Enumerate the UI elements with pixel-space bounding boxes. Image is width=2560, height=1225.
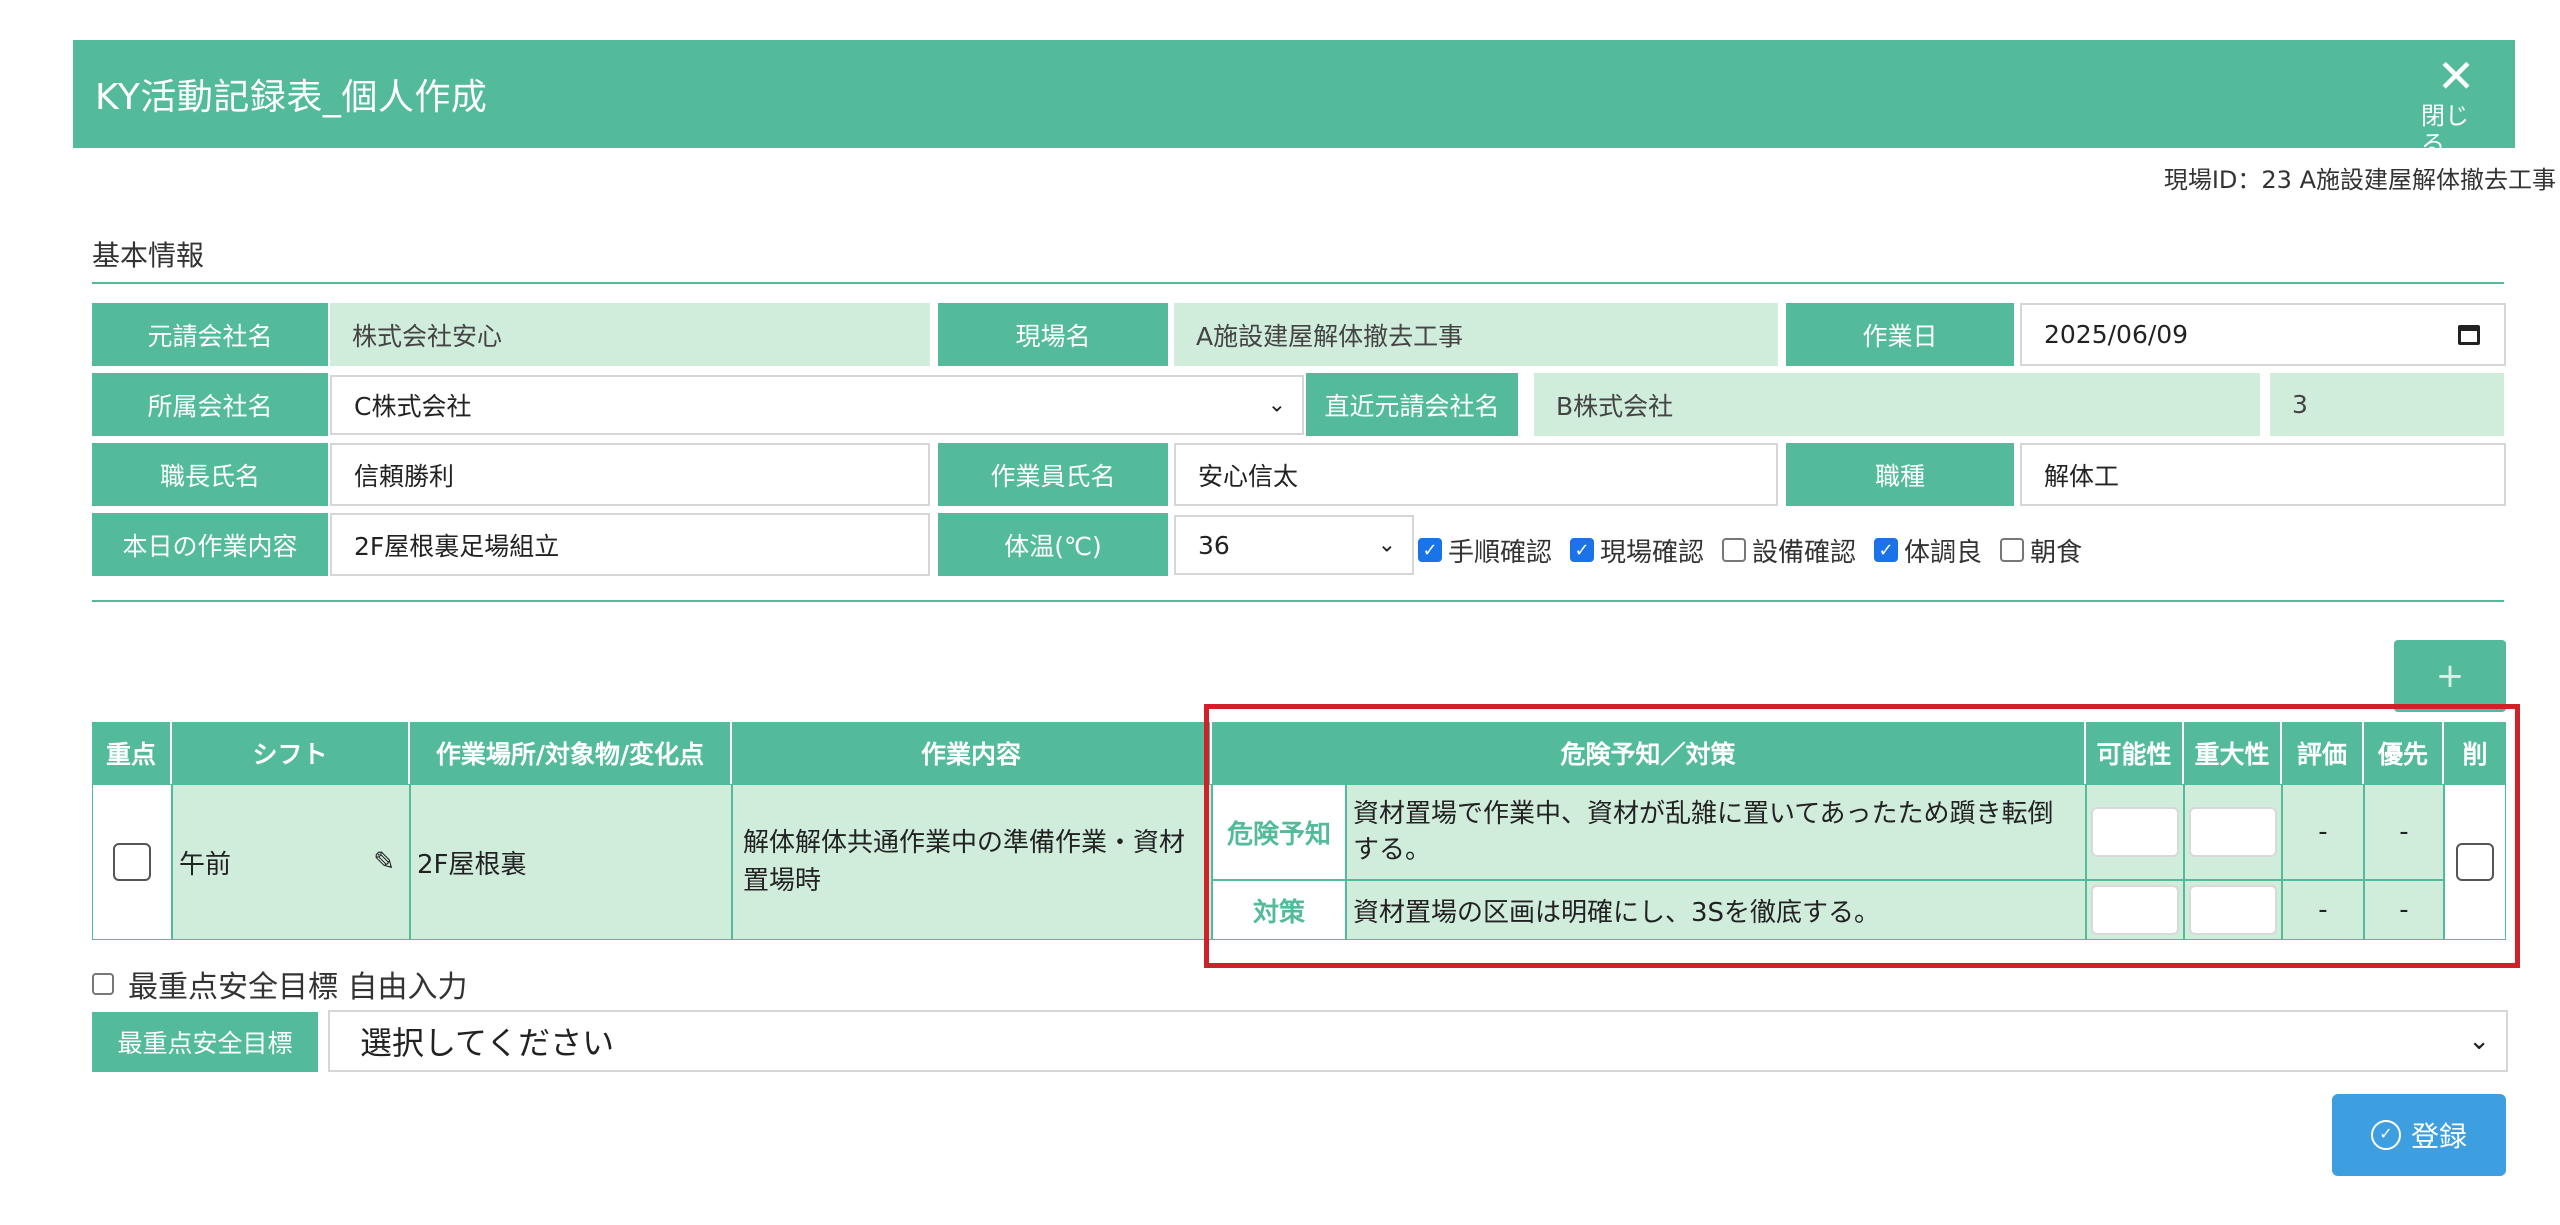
today-work-label: 本日の作業内容	[92, 513, 328, 576]
checkbox-icon[interactable]: ✓	[1874, 538, 1899, 562]
direct-prime-extra: 3	[2270, 373, 2504, 436]
evaluation-cell-2: -	[2282, 880, 2364, 940]
prime-contractor-label: 元請会社名	[92, 303, 328, 366]
priority-order-cell-2: -	[2364, 880, 2444, 940]
close-label: 閉じる	[2421, 102, 2469, 158]
check-label: 朝食	[2030, 537, 2083, 568]
probability-input[interactable]	[2091, 885, 2179, 935]
chevron-down-icon: ⌄	[1267, 392, 1286, 418]
shift-cell: 午前 ✎	[172, 784, 410, 940]
th-hazard: 危険予知／対策	[1212, 722, 2086, 784]
work-date-input[interactable]: 2025/06/09	[2020, 303, 2506, 366]
check-label: 体調良	[1904, 537, 1983, 568]
page: KY活動記録表_個人作成 ✕ 閉じる 現場ID：23 A施設建屋解体撤去工事 基…	[0, 0, 2560, 1225]
probability-cell-1	[2086, 784, 2184, 880]
th-severity: 重大性	[2184, 722, 2282, 784]
severity-cell-1	[2184, 784, 2282, 880]
close-button[interactable]: ✕ 閉じる	[2421, 49, 2491, 158]
checkbox-icon[interactable]: ✓	[1570, 538, 1595, 562]
modal-header: KY活動記録表_個人作成 ✕ 閉じる	[73, 40, 2515, 158]
temperature-select[interactable]: 36 ⌄	[1174, 515, 1414, 575]
job-type-input[interactable]: 解体工	[2020, 443, 2506, 506]
priority-cell	[92, 784, 172, 940]
register-button[interactable]: ✓ 登録	[2332, 1094, 2506, 1176]
free-input-label: 最重点安全目標 自由入力	[128, 970, 468, 1005]
foreman-label: 職長氏名	[92, 443, 328, 506]
check-label: 設備確認	[1752, 537, 1857, 568]
delete-cell	[2444, 784, 2506, 940]
th-delete: 削	[2444, 722, 2506, 784]
priority-order-cell-1: -	[2364, 784, 2444, 880]
prime-contractor-value: 株式会社安心	[330, 303, 930, 366]
register-label: 登録	[2410, 1120, 2467, 1153]
calendar-icon[interactable]	[2458, 324, 2480, 345]
th-shift: シフト	[172, 722, 410, 784]
checkbox-icon[interactable]: ✓	[1418, 538, 1442, 562]
th-priority-order: 優先	[2364, 722, 2444, 784]
place-cell: 2F屋根裏	[410, 784, 732, 940]
severity-input[interactable]	[2189, 807, 2277, 857]
affiliation-select[interactable]: C株式会社 ⌄	[330, 375, 1304, 435]
safety-goal-select[interactable]: 選択してください ⌄	[328, 1010, 2508, 1072]
work-cell: 解体解体共通作業中の準備作業・資材置場時	[732, 784, 1212, 940]
evaluation-cell-1: -	[2282, 784, 2364, 880]
check-circle-icon: ✓	[2370, 1120, 2401, 1150]
affiliation-label: 所属会社名	[92, 373, 328, 436]
free-input-toggle[interactable]: 最重点安全目標 自由入力	[92, 962, 468, 1006]
measure-tag: 対策	[1212, 880, 1346, 940]
checkbox-icon[interactable]	[92, 973, 114, 995]
th-work: 作業内容	[732, 722, 1212, 784]
today-work-input[interactable]: 2F屋根裏足場組立	[330, 513, 930, 576]
checkbox-icon[interactable]	[2000, 538, 2025, 562]
chevron-down-icon: ⌄	[2468, 1026, 2490, 1056]
info-divider	[92, 600, 2504, 602]
direct-prime-value: B株式会社	[1534, 373, 2260, 436]
page-title: KY活動記録表_個人作成	[95, 77, 488, 118]
check-label: 現場確認	[1600, 537, 1705, 568]
site-id-text: 現場ID：23 A施設建屋解体撤去工事	[2163, 166, 2556, 194]
hazard-text: 資材置場で作業中、資材が乱雑に置いてあったため躓き転倒する。	[1346, 784, 2086, 880]
health-checks: ✓ 手順確認 ✓ 現場確認 設備確認 ✓ 体調良 朝食	[1418, 528, 2100, 572]
affiliation-value: C株式会社	[354, 392, 472, 421]
foreman-input[interactable]: 信頼勝利	[330, 443, 930, 506]
worker-label: 作業員氏名	[938, 443, 1168, 506]
section-divider	[92, 282, 2504, 284]
safety-goal-value: 選択してください	[360, 1024, 615, 1062]
probability-input[interactable]	[2091, 807, 2179, 857]
th-evaluation: 評価	[2282, 722, 2364, 784]
temperature-value: 36	[1198, 530, 1230, 560]
direct-prime-label: 直近元請会社名	[1306, 373, 1518, 436]
chevron-down-icon: ⌄	[1377, 532, 1396, 558]
severity-input[interactable]	[2189, 885, 2277, 935]
section-title: 基本情報	[92, 239, 205, 272]
check-breakfast[interactable]: 朝食	[2000, 532, 2082, 569]
worker-input[interactable]: 安心信太	[1174, 443, 1778, 506]
safety-goal-label: 最重点安全目標	[92, 1012, 318, 1072]
th-probability: 可能性	[2086, 722, 2184, 784]
delete-checkbox[interactable]	[2456, 843, 2494, 881]
close-icon: ✕	[2436, 49, 2476, 103]
shift-value: 午前	[179, 849, 232, 880]
work-date-label: 作業日	[1786, 303, 2014, 366]
check-site[interactable]: ✓ 現場確認	[1570, 532, 1704, 569]
measure-text: 資材置場の区画は明確にし、3Sを徹底する。	[1346, 880, 2086, 940]
priority-checkbox[interactable]	[113, 843, 151, 881]
severity-cell-2	[2184, 880, 2282, 940]
th-priority: 重点	[92, 722, 172, 784]
check-health[interactable]: ✓ 体調良	[1874, 532, 1982, 569]
edit-icon[interactable]: ✎	[373, 847, 395, 877]
temperature-label: 体温(℃)	[938, 513, 1168, 576]
checkbox-icon[interactable]	[1722, 538, 1747, 562]
check-procedure[interactable]: ✓ 手順確認	[1418, 532, 1552, 569]
site-name-label: 現場名	[938, 303, 1168, 366]
check-equipment[interactable]: 設備確認	[1722, 532, 1856, 569]
work-date-value: 2025/06/09	[2044, 320, 2189, 349]
job-type-label: 職種	[1786, 443, 2014, 506]
th-place: 作業場所/対象物/変化点	[410, 722, 732, 784]
add-row-button[interactable]: +	[2394, 640, 2506, 712]
check-label: 手順確認	[1448, 537, 1553, 568]
site-name-value: A施設建屋解体撤去工事	[1174, 303, 1778, 366]
hazard-tag: 危険予知	[1212, 784, 1346, 880]
probability-cell-2	[2086, 880, 2184, 940]
